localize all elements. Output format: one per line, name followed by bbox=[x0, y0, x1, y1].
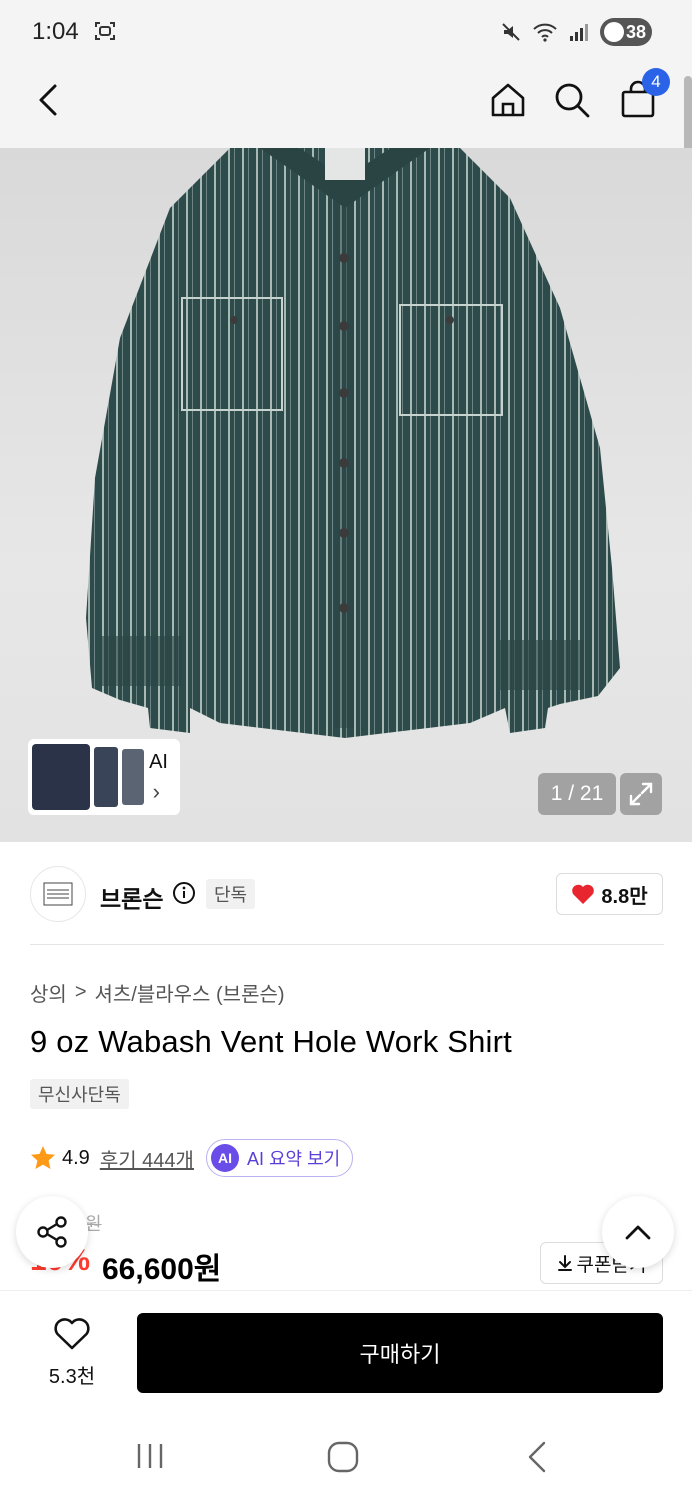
brand-name[interactable]: 브론슨 bbox=[100, 880, 163, 914]
cart-button[interactable]: 4 bbox=[616, 68, 670, 122]
buy-button[interactable]: 구매하기 bbox=[137, 1313, 663, 1393]
heart-icon bbox=[572, 884, 595, 904]
breadcrumb-subcategory[interactable]: 셔츠/블라우스 (브론슨) bbox=[95, 978, 285, 1007]
sale-price: 66,600원 bbox=[102, 1253, 222, 1286]
divider bbox=[30, 944, 664, 945]
product-title: 9 oz Wabash Vent Hole Work Shirt bbox=[30, 1024, 512, 1059]
status-time: 1:04 bbox=[32, 18, 79, 45]
ai-summary-label: AI 요약 보기 bbox=[246, 1149, 341, 1169]
breadcrumb-separator-icon: > bbox=[74, 981, 87, 1003]
brand-like-count: 8.8만 bbox=[601, 885, 648, 908]
breadcrumb: 상의 > 셔츠/블라우스 (브론슨) bbox=[30, 978, 285, 1007]
system-navigation-bar bbox=[0, 1410, 692, 1500]
review-count-link[interactable]: 후기 444개 bbox=[100, 1144, 194, 1173]
image-counter: 1 / 21 bbox=[538, 773, 616, 815]
download-icon bbox=[557, 1255, 572, 1271]
mute-icon bbox=[502, 23, 520, 41]
ai-thumbnail-button[interactable]: AI › bbox=[28, 739, 180, 815]
exclusive-tag: 단독 bbox=[206, 879, 256, 909]
home-nav-icon[interactable] bbox=[326, 1440, 360, 1474]
brand-logo-mark bbox=[43, 882, 73, 906]
thumbnail-ai-label: AI bbox=[149, 751, 168, 773]
rating-row: 4.9 후기 444개 AI AI 요약 보기 bbox=[30, 1139, 354, 1177]
scroll-top-button[interactable] bbox=[602, 1196, 674, 1268]
share-button[interactable] bbox=[16, 1196, 88, 1268]
bottom-action-bar: 5.3천 구매하기 bbox=[0, 1290, 692, 1410]
status-icons: 38 bbox=[500, 18, 652, 46]
star-icon bbox=[31, 1146, 55, 1169]
heart-outline-icon bbox=[54, 1318, 90, 1350]
status-bar: 1:04 38 bbox=[0, 0, 692, 62]
home-icon bbox=[491, 83, 525, 117]
back-button[interactable] bbox=[28, 78, 72, 122]
brand-like-button[interactable]: 8.8만 bbox=[556, 873, 663, 915]
battery-bolt-icon bbox=[604, 22, 624, 42]
ai-badge-icon: AI bbox=[210, 1144, 239, 1172]
app-header: 4 bbox=[0, 62, 692, 152]
wishlist-count: 5.3천 bbox=[48, 1366, 96, 1388]
recent-apps-icon[interactable] bbox=[134, 1440, 166, 1472]
thumbnail-1 bbox=[32, 744, 90, 810]
info-icon[interactable] bbox=[172, 881, 196, 905]
scrollbar[interactable] bbox=[684, 76, 692, 152]
signal-icon bbox=[570, 24, 588, 41]
share-icon bbox=[37, 1216, 67, 1248]
product-page: 1:04 38 4 AI › 1 / 21 브론슨 단독 8.8만 상의 > 셔… bbox=[0, 0, 692, 1500]
cart-badge: 4 bbox=[642, 68, 670, 96]
rating-score: 4.9 bbox=[62, 1146, 90, 1169]
musinsa-exclusive-tag: 무신사단독 bbox=[30, 1079, 129, 1109]
expand-icon bbox=[629, 782, 653, 806]
chevron-up-icon bbox=[625, 1225, 651, 1240]
wishlist-button[interactable]: 5.3천 bbox=[34, 1317, 110, 1389]
ai-summary-button[interactable]: AI AI 요약 보기 bbox=[205, 1139, 354, 1177]
breadcrumb-category[interactable]: 상의 bbox=[30, 978, 67, 1007]
back-nav-icon[interactable] bbox=[522, 1440, 552, 1474]
expand-button[interactable] bbox=[620, 773, 662, 815]
home-button[interactable] bbox=[486, 78, 530, 122]
thumbnail-2 bbox=[94, 747, 118, 807]
chevron-right-icon: › bbox=[152, 779, 160, 804]
search-button[interactable] bbox=[550, 78, 594, 122]
product-image bbox=[86, 148, 620, 738]
brand-logo[interactable] bbox=[30, 866, 86, 922]
thumbnail-3 bbox=[122, 749, 144, 805]
search-icon bbox=[555, 83, 590, 118]
battery-indicator: 38 bbox=[600, 18, 652, 46]
screenshot-icon bbox=[95, 22, 115, 40]
wifi-icon bbox=[533, 23, 557, 42]
product-image-gallery[interactable]: AI › 1 / 21 bbox=[0, 148, 692, 842]
chevron-left-icon bbox=[39, 84, 57, 116]
battery-level: 38 bbox=[625, 21, 646, 42]
